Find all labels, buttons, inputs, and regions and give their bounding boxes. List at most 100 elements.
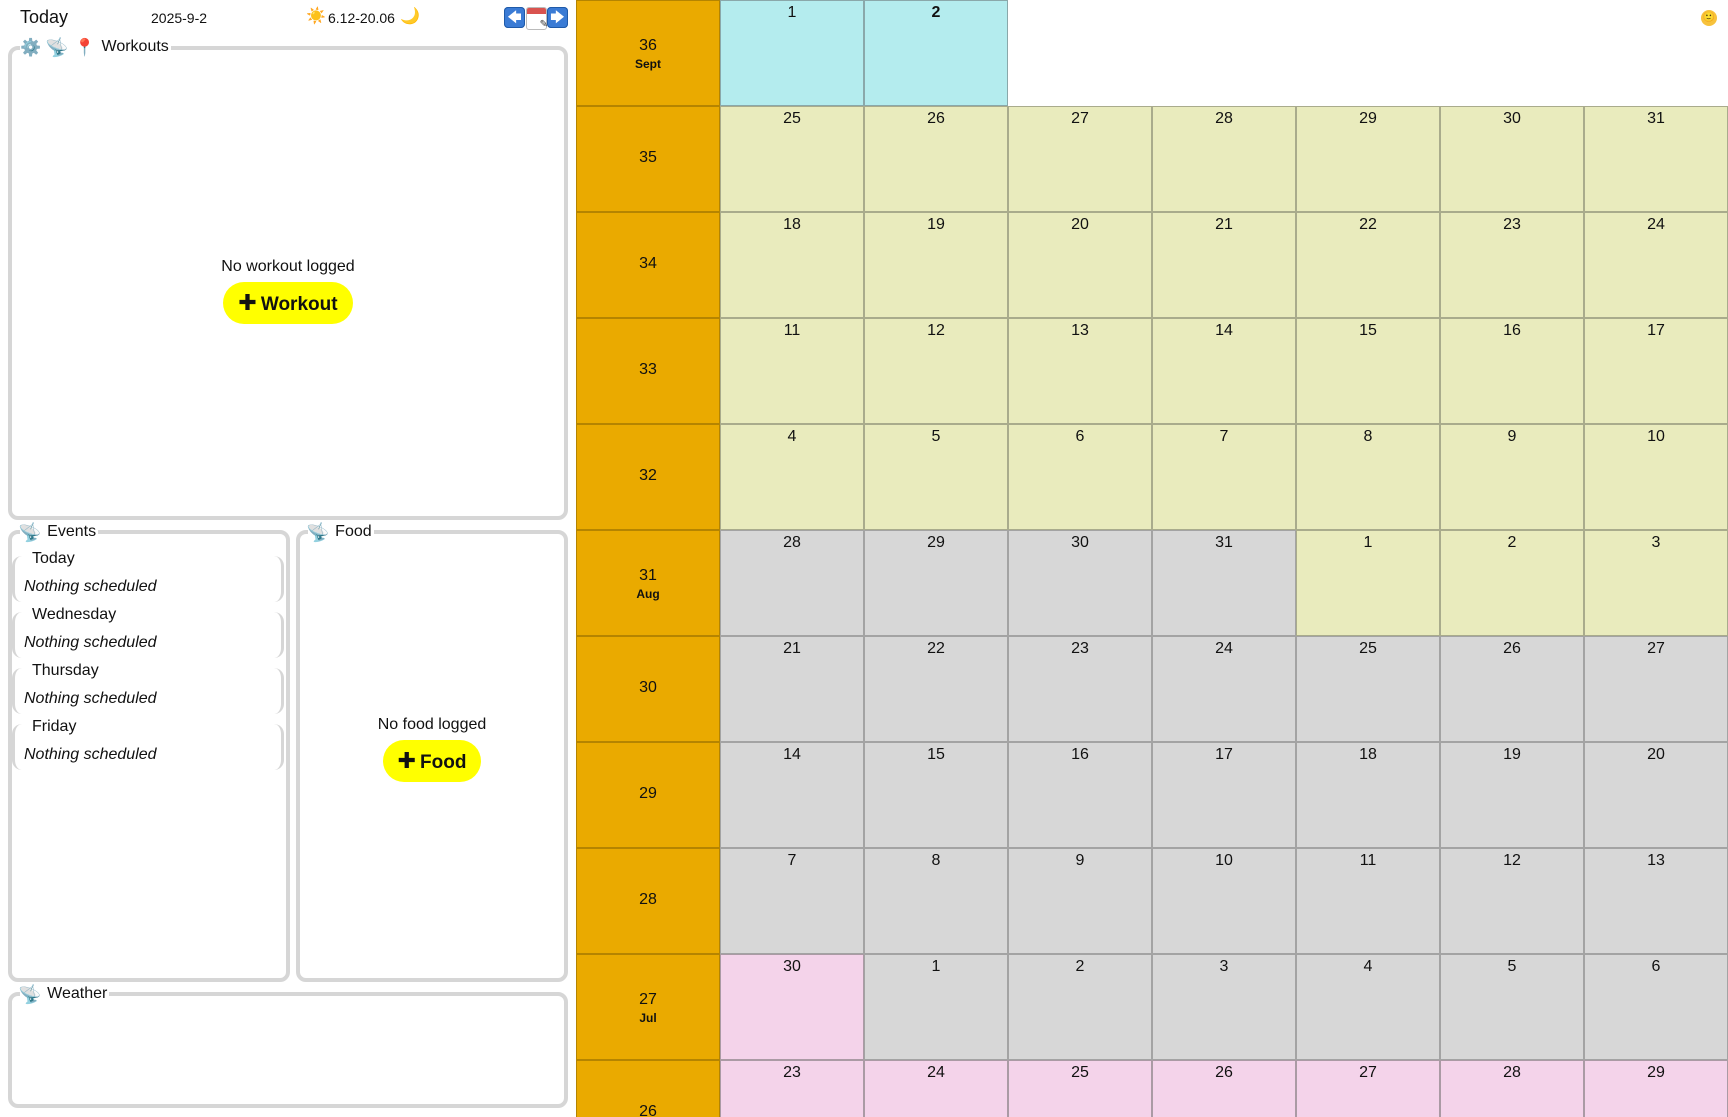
calendar-day-cell[interactable]: 18 [1296,742,1440,848]
pin-icon[interactable]: 📍 [74,39,95,56]
calendar-day-cell[interactable]: 9 [1440,424,1584,530]
week-number: 36 [639,37,657,54]
calendar-day-cell[interactable]: 18 [720,212,864,318]
calendar-day-cell[interactable]: 7 [1152,424,1296,530]
calendar-day-cell[interactable]: 30 [720,954,864,1060]
calendar-day-cell[interactable]: 6 [1008,424,1152,530]
calendar-day-cell[interactable]: 3 [1152,954,1296,1060]
calendar-day-cell[interactable]: 19 [1440,742,1584,848]
calendar-day-cell[interactable]: 28 [720,530,864,636]
calendar-day-cell[interactable]: 2 [1008,954,1152,1060]
calendar-day-cell[interactable]: 26 [1440,636,1584,742]
calendar-day-cell[interactable]: 14 [720,742,864,848]
calendar-day-cell[interactable]: 13 [1008,318,1152,424]
day-number: 8 [931,852,941,869]
calendar-day-cell[interactable]: 7 [720,848,864,954]
day-number: 23 [1503,216,1521,233]
calendar-day-cell[interactable]: 28 [1440,1060,1584,1117]
add-workout-button[interactable]: ✚ Workout [223,282,353,324]
satellite-icon[interactable]: 📡 [18,520,43,544]
calendar-day-cell[interactable]: 9 [1008,848,1152,954]
day-number: 12 [1503,852,1521,869]
satellite-icon[interactable]: 📡 [306,520,331,544]
prev-day-button[interactable]: 🡄 [504,7,525,28]
calendar-day-cell[interactable]: 6 [1584,954,1728,1060]
calendar-day-cell[interactable]: 23 [1440,212,1584,318]
calendar-day-cell[interactable]: 29 [864,530,1008,636]
calendar-day-cell[interactable]: 24 [864,1060,1008,1117]
calendar-day-cell[interactable]: 2 [864,0,1008,106]
day-number: 30 [1503,110,1521,127]
calendar-day-cell[interactable]: 26 [864,106,1008,212]
calendar-day-cell[interactable]: 26 [1152,1060,1296,1117]
calendar-day-cell[interactable]: 20 [1584,742,1728,848]
calendar-day-cell[interactable]: 17 [1584,318,1728,424]
calendar-day-cell[interactable]: 23 [1008,636,1152,742]
calendar-day-cell[interactable]: 23 [720,1060,864,1117]
calendar-day-cell[interactable]: 17 [1152,742,1296,848]
calendar-day-cell[interactable]: 4 [1296,954,1440,1060]
calendar-day-cell[interactable]: 25 [720,106,864,212]
calendar-day-cell[interactable]: 21 [1152,212,1296,318]
calendar-day-cell[interactable]: 16 [1440,318,1584,424]
calendar-day-cell[interactable]: 21 [720,636,864,742]
calendar-day-cell[interactable]: 15 [864,742,1008,848]
left-pane: Today 2025-9-2 ☀️ 6.12-20.06 🌙 🡄 ✎ 🡆 ⚙️ … [0,0,576,1117]
status-icon[interactable]: 🙂 [1701,10,1717,26]
event-text: Nothing scheduled [24,690,157,707]
calendar-day-cell[interactable]: 30 [1440,106,1584,212]
satellite-icon[interactable]: 📡 [45,35,70,59]
calendar-day-cell[interactable]: 1 [864,954,1008,1060]
calendar-button[interactable]: ✎ [526,7,548,30]
day-number: 25 [783,110,801,127]
calendar-day-cell[interactable]: 27 [1008,106,1152,212]
next-day-button[interactable]: 🡆 [547,7,568,28]
day-number: 25 [1071,1064,1089,1081]
day-number: 11 [783,322,801,339]
calendar-day-cell[interactable]: 10 [1152,848,1296,954]
event-day: Wednesday [32,606,117,624]
calendar-day-cell[interactable]: 12 [864,318,1008,424]
calendar-day-cell[interactable]: 14 [1152,318,1296,424]
satellite-icon[interactable]: 📡 [18,982,43,1006]
calendar-day-cell[interactable]: 24 [1584,212,1728,318]
calendar-day-cell[interactable]: 20 [1008,212,1152,318]
calendar-day-cell[interactable]: 28 [1152,106,1296,212]
calendar-day-cell[interactable]: 27 [1584,636,1728,742]
calendar-day-cell[interactable]: 25 [1296,636,1440,742]
calendar-day-cell[interactable]: 13 [1584,848,1728,954]
calendar-day-cell[interactable]: 15 [1296,318,1440,424]
calendar-day-cell[interactable]: 31 [1584,106,1728,212]
calendar-day-cell[interactable]: 10 [1584,424,1728,530]
calendar-day-cell[interactable]: 31 [1152,530,1296,636]
calendar-day-cell[interactable]: 16 [1008,742,1152,848]
calendar-day-cell[interactable]: 22 [1296,212,1440,318]
gear-icon[interactable]: ⚙️ [20,39,41,56]
week-number: 29 [639,785,657,802]
calendar-day-cell[interactable]: 3 [1584,530,1728,636]
calendar-day-cell[interactable]: 5 [864,424,1008,530]
plus-icon: ✚ [238,290,257,315]
calendar-day-cell[interactable]: 1 [720,0,864,106]
calendar-day-cell[interactable]: 11 [1296,848,1440,954]
calendar-day-cell[interactable]: 27 [1296,1060,1440,1117]
calendar-day-cell[interactable]: 29 [1296,106,1440,212]
calendar-day-cell[interactable]: 8 [1296,424,1440,530]
calendar-day-cell[interactable]: 19 [864,212,1008,318]
weather-panel [8,992,568,1108]
calendar-day-cell[interactable]: 22 [864,636,1008,742]
calendar-day-cell[interactable]: 1 [1296,530,1440,636]
calendar-day-cell[interactable]: 4 [720,424,864,530]
event-day: Friday [32,718,77,736]
calendar-day-cell[interactable]: 5 [1440,954,1584,1060]
calendar-day-cell[interactable]: 30 [1008,530,1152,636]
calendar-day-cell[interactable]: 11 [720,318,864,424]
add-food-button[interactable]: ✚ Food [382,740,482,782]
calendar-day-cell[interactable]: 8 [864,848,1008,954]
calendar-day-cell[interactable]: 24 [1152,636,1296,742]
week-number-cell: 34 [576,212,720,318]
calendar-day-cell[interactable]: 2 [1440,530,1584,636]
calendar-day-cell[interactable]: 12 [1440,848,1584,954]
calendar-day-cell[interactable]: 25 [1008,1060,1152,1117]
calendar-day-cell[interactable]: 29 [1584,1060,1728,1117]
